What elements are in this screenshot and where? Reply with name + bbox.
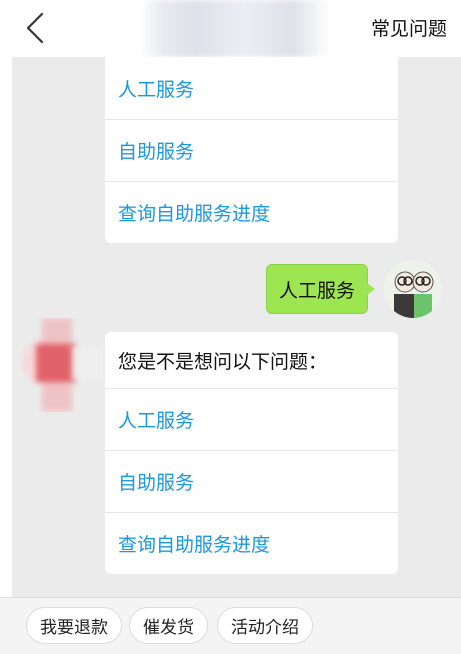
faq-link[interactable]: 常见问题 [371,14,447,41]
left-edge [0,57,12,654]
top-bar: 常见问题 [0,0,461,57]
quick-reply-activity-intro[interactable]: 活动介绍 [217,607,313,644]
suggestion-self-service-progress[interactable]: 查询自助服务进度 [105,512,398,574]
suggestion-human-service[interactable]: 人工服务 [105,388,398,450]
option-self-service-progress[interactable]: 查询自助服务进度 [105,181,398,243]
back-button[interactable] [18,10,54,46]
suggestion-self-service[interactable]: 自助服务 [105,450,398,512]
option-self-service[interactable]: 自助服务 [105,119,398,181]
bot-avatar [20,318,104,412]
quick-reply-refund[interactable]: 我要退款 [26,607,122,644]
option-human-service[interactable]: 人工服务 [105,57,398,119]
quick-reply-urge-shipping[interactable]: 催发货 [129,607,208,644]
chevron-left-icon [26,12,44,44]
quick-reply-bar: 我要退款 催发货 活动介绍 [0,597,461,654]
user-avatar [384,260,442,318]
suggestion-prompt: 您是不是想问以下问题： [118,350,328,373]
user-message-bubble: 人工服务 [266,264,376,314]
bot-suggestion-card: 您是不是想问以下问题： 人工服务 自助服务 查询自助服务进度 [105,332,398,574]
blurred-title [140,0,330,57]
bot-options-card: 人工服务 自助服务 查询自助服务进度 [105,57,398,243]
